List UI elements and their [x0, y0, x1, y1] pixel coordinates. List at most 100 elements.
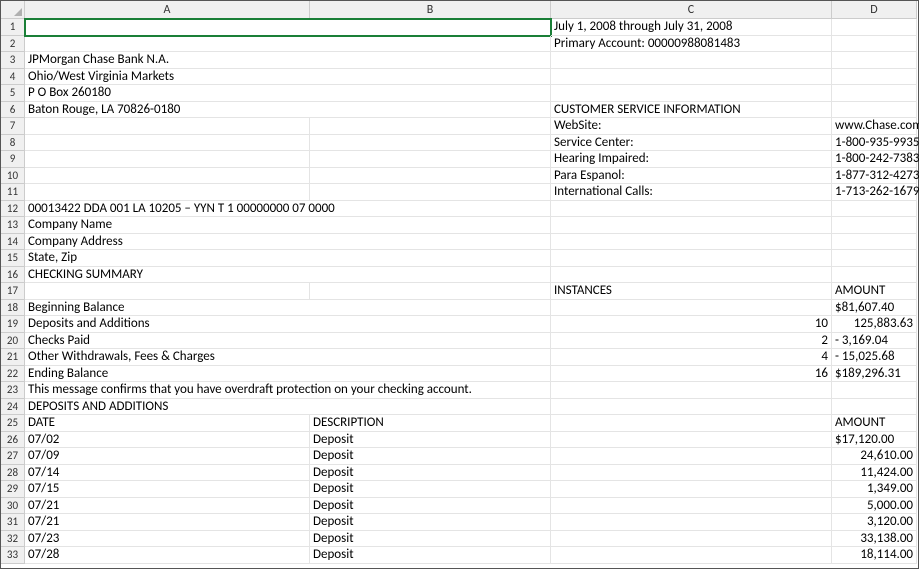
- cell-A17[interactable]: [25, 283, 310, 300]
- cell-B33[interactable]: Deposit: [310, 547, 551, 564]
- row-header-3[interactable]: 3: [1, 52, 25, 69]
- cell-B25[interactable]: DESCRIPTION: [310, 415, 551, 432]
- row-header-31[interactable]: 31: [1, 514, 25, 531]
- cell-A13[interactable]: Company Name: [25, 217, 551, 234]
- cell-C7[interactable]: WebSite:: [551, 118, 832, 135]
- cell-C28[interactable]: [551, 465, 832, 482]
- cell-A25[interactable]: DATE: [25, 415, 310, 432]
- cell-A26[interactable]: 07/02: [25, 432, 310, 449]
- row-header-1[interactable]: 1: [1, 19, 25, 36]
- grid[interactable]: July 1, 2008 through July 31, 2008Primar…: [25, 19, 917, 564]
- cell-D18[interactable]: $81,607.40: [832, 300, 917, 317]
- cell-D3[interactable]: [832, 52, 917, 69]
- cell-A9[interactable]: [25, 151, 310, 168]
- row-header-30[interactable]: 30: [1, 498, 25, 515]
- cell-C21[interactable]: 4: [551, 349, 832, 366]
- cell-A21[interactable]: Other Withdrawals, Fees & Charges: [25, 349, 551, 366]
- cell-D8[interactable]: 1-800-935-9935: [832, 135, 917, 152]
- cell-C23[interactable]: [551, 382, 832, 399]
- cell-C8[interactable]: Service Center:: [551, 135, 832, 152]
- cell-D11[interactable]: 1-713-262-1679: [832, 184, 917, 201]
- cell-D29[interactable]: 1,349.00: [832, 481, 917, 498]
- cell-C24[interactable]: [551, 399, 832, 416]
- cell-D15[interactable]: [832, 250, 917, 267]
- row-header-10[interactable]: 10: [1, 168, 25, 185]
- row-header-8[interactable]: 8: [1, 135, 25, 152]
- cell-C27[interactable]: [551, 448, 832, 465]
- row-header-21[interactable]: 21: [1, 349, 25, 366]
- cell-C9[interactable]: Hearing Impaired:: [551, 151, 832, 168]
- cell-D2[interactable]: [832, 36, 917, 53]
- cell-D16[interactable]: [832, 267, 917, 284]
- cell-D17[interactable]: AMOUNT: [832, 283, 917, 300]
- row-header-6[interactable]: 6: [1, 102, 25, 119]
- cell-A14[interactable]: Company Address: [25, 234, 551, 251]
- cell-A8[interactable]: [25, 135, 310, 152]
- cell-C3[interactable]: [551, 52, 832, 69]
- cell-C6[interactable]: CUSTOMER SERVICE INFORMATION: [551, 102, 832, 119]
- row-header-9[interactable]: 9: [1, 151, 25, 168]
- cell-D13[interactable]: [832, 217, 917, 234]
- cell-C25[interactable]: [551, 415, 832, 432]
- cell-A16[interactable]: CHECKING SUMMARY: [25, 267, 551, 284]
- select-all-corner[interactable]: [1, 1, 25, 19]
- cell-A24[interactable]: DEPOSITS AND ADDITIONS: [25, 399, 551, 416]
- cell-B28[interactable]: Deposit: [310, 465, 551, 482]
- cell-D6[interactable]: [832, 102, 917, 119]
- row-header-24[interactable]: 24: [1, 399, 25, 416]
- cell-D4[interactable]: [832, 69, 917, 86]
- cell-A7[interactable]: [25, 118, 310, 135]
- cell-A27[interactable]: 07/09: [25, 448, 310, 465]
- row-header-32[interactable]: 32: [1, 531, 25, 548]
- cell-C32[interactable]: [551, 531, 832, 548]
- cell-C19[interactable]: 10: [551, 316, 832, 333]
- cell-C18[interactable]: [551, 300, 832, 317]
- cell-B8[interactable]: [310, 135, 551, 152]
- cell-A1[interactable]: [25, 19, 551, 36]
- cell-D7[interactable]: www.Chase.com: [832, 118, 917, 135]
- cell-D20[interactable]: - 3,169.04: [832, 333, 917, 350]
- row-header-16[interactable]: 16: [1, 267, 25, 284]
- row-header-5[interactable]: 5: [1, 85, 25, 102]
- cell-C33[interactable]: [551, 547, 832, 564]
- cell-D23[interactable]: [832, 382, 917, 399]
- cell-C31[interactable]: [551, 514, 832, 531]
- cell-B9[interactable]: [310, 151, 551, 168]
- row-header-18[interactable]: 18: [1, 300, 25, 317]
- cell-B30[interactable]: Deposit: [310, 498, 551, 515]
- cell-C17[interactable]: INSTANCES: [551, 283, 832, 300]
- cell-A22[interactable]: Ending Balance: [25, 366, 551, 383]
- cell-C11[interactable]: International Calls:: [551, 184, 832, 201]
- cell-A3[interactable]: JPMorgan Chase Bank N.A.: [25, 52, 551, 69]
- cell-A15[interactable]: State, Zip: [25, 250, 551, 267]
- row-header-23[interactable]: 23: [1, 382, 25, 399]
- cell-A2[interactable]: [25, 36, 551, 53]
- row-header-26[interactable]: 26: [1, 432, 25, 449]
- row-header-29[interactable]: 29: [1, 481, 25, 498]
- cell-A31[interactable]: 07/21: [25, 514, 310, 531]
- col-header-C[interactable]: C: [551, 1, 832, 19]
- cell-D31[interactable]: 3,120.00: [832, 514, 917, 531]
- row-header-20[interactable]: 20: [1, 333, 25, 350]
- cell-A33[interactable]: 07/28: [25, 547, 310, 564]
- cell-C10[interactable]: Para Espanol:: [551, 168, 832, 185]
- row-header-25[interactable]: 25: [1, 415, 25, 432]
- cell-B27[interactable]: Deposit: [310, 448, 551, 465]
- cell-C4[interactable]: [551, 69, 832, 86]
- cell-A5[interactable]: P O Box 260180: [25, 85, 551, 102]
- cell-D5[interactable]: [832, 85, 917, 102]
- cell-A10[interactable]: [25, 168, 310, 185]
- row-header-33[interactable]: 33: [1, 547, 25, 564]
- row-header-27[interactable]: 27: [1, 448, 25, 465]
- cell-A19[interactable]: Deposits and Additions: [25, 316, 551, 333]
- cell-D26[interactable]: $17,120.00: [832, 432, 917, 449]
- row-header-11[interactable]: 11: [1, 184, 25, 201]
- cell-B10[interactable]: [310, 168, 551, 185]
- cell-C1[interactable]: July 1, 2008 through July 31, 2008: [551, 19, 832, 36]
- cell-D14[interactable]: [832, 234, 917, 251]
- col-header-D[interactable]: D: [832, 1, 917, 19]
- cell-A32[interactable]: 07/23: [25, 531, 310, 548]
- row-header-28[interactable]: 28: [1, 465, 25, 482]
- cell-D24[interactable]: [832, 399, 917, 416]
- cell-C26[interactable]: [551, 432, 832, 449]
